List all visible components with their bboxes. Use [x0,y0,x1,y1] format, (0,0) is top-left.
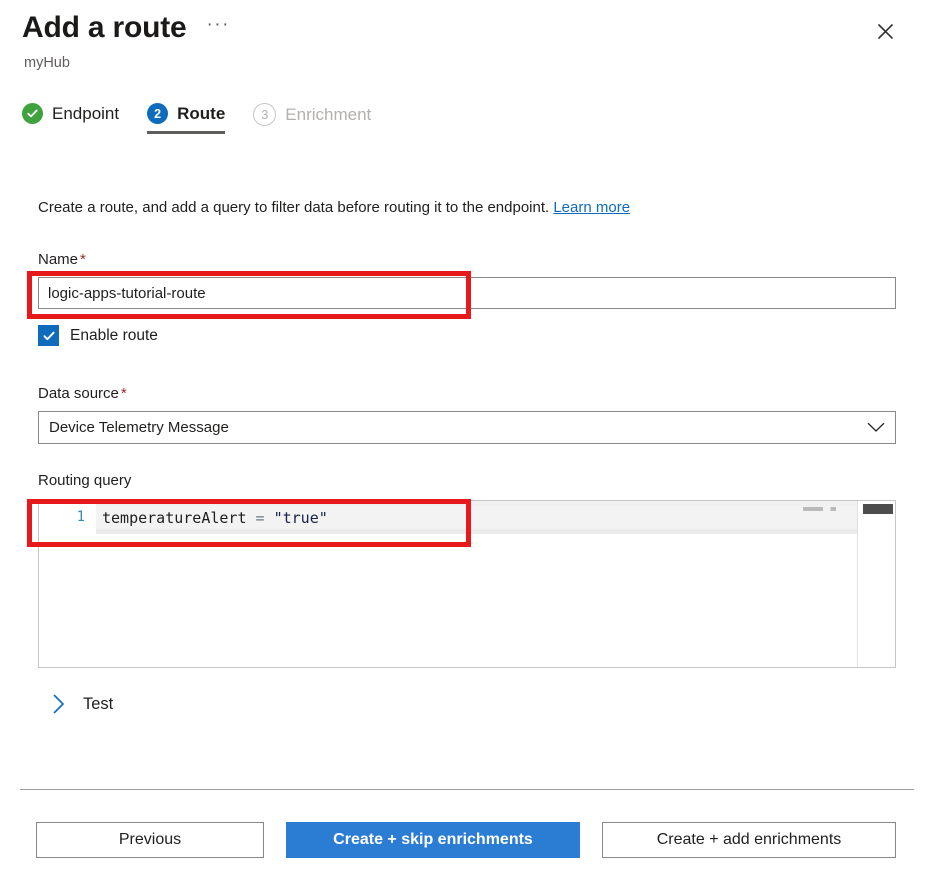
step-enrichment[interactable]: 3 Enrichment [247,103,393,136]
code-operator: = [256,509,265,527]
test-section-toggle[interactable]: Test [52,693,113,715]
panel-subtitle: myHub [24,55,70,71]
step-enrichment-label: Enrichment [285,105,371,125]
data-source-select[interactable]: Device Telemetry Message [38,411,896,444]
step-route[interactable]: 2 Route [141,103,247,134]
step-route-number: 2 [147,103,168,124]
name-required-marker: * [80,251,86,268]
name-input[interactable] [38,277,896,309]
step-endpoint-label: Endpoint [52,104,119,124]
page-title: Add a route [22,8,186,48]
editor-scrollbar-thumb[interactable] [863,504,893,514]
code-string: "true" [274,509,328,527]
wizard-steps: Endpoint 2 Route 3 Enrichment [16,103,393,136]
description-sentence: Create a route, and add a query to filte… [38,199,549,216]
enable-route-checkbox[interactable] [38,325,59,346]
editor-line-underline [96,529,857,534]
step-endpoint-status-icon [22,103,43,124]
chevron-right-icon [52,693,67,715]
title-row: Add a route ··· [22,8,234,48]
data-source-required-marker: * [121,385,127,402]
editor-line-number: 1 [39,509,85,525]
routing-query-editor[interactable]: 1 temperatureAlert = "true" [38,500,896,668]
data-source-label: Data source* [38,385,127,402]
close-icon[interactable] [870,16,900,46]
data-source-label-text: Data source [38,385,119,402]
previous-button[interactable]: Previous [36,822,264,858]
footer-divider [20,789,914,790]
editor-gutter: 1 [39,501,96,667]
panel-header: Add a route ··· myHub [0,0,934,90]
chevron-down-icon [867,422,885,433]
panel-footer: Previous Create + skip enrichments Creat… [0,822,934,862]
editor-minimap-divider [857,501,858,667]
more-options-icon[interactable]: ··· [202,11,233,45]
create-skip-enrichments-button[interactable]: Create + skip enrichments [286,822,580,858]
data-source-selected-value: Device Telemetry Message [49,419,867,436]
editor-code-line: temperatureAlert = "true" [102,509,328,527]
step-endpoint[interactable]: Endpoint [16,103,141,134]
create-add-enrichments-button[interactable]: Create + add enrichments [602,822,896,858]
editor-minimap [803,507,849,511]
routing-query-label: Routing query [38,472,131,489]
enable-route-label: Enable route [70,327,158,345]
step-enrichment-number: 3 [253,103,276,126]
name-label: Name* [38,251,86,268]
step-route-active-indicator [147,131,225,134]
description-text: Create a route, and add a query to filte… [38,198,630,218]
name-label-text: Name [38,251,78,268]
step-route-label: Route [177,104,225,124]
test-section-label: Test [83,695,113,714]
learn-more-link[interactable]: Learn more [553,199,630,216]
enable-route-checkbox-row[interactable]: Enable route [38,325,158,346]
code-identifier: temperatureAlert [102,509,247,527]
